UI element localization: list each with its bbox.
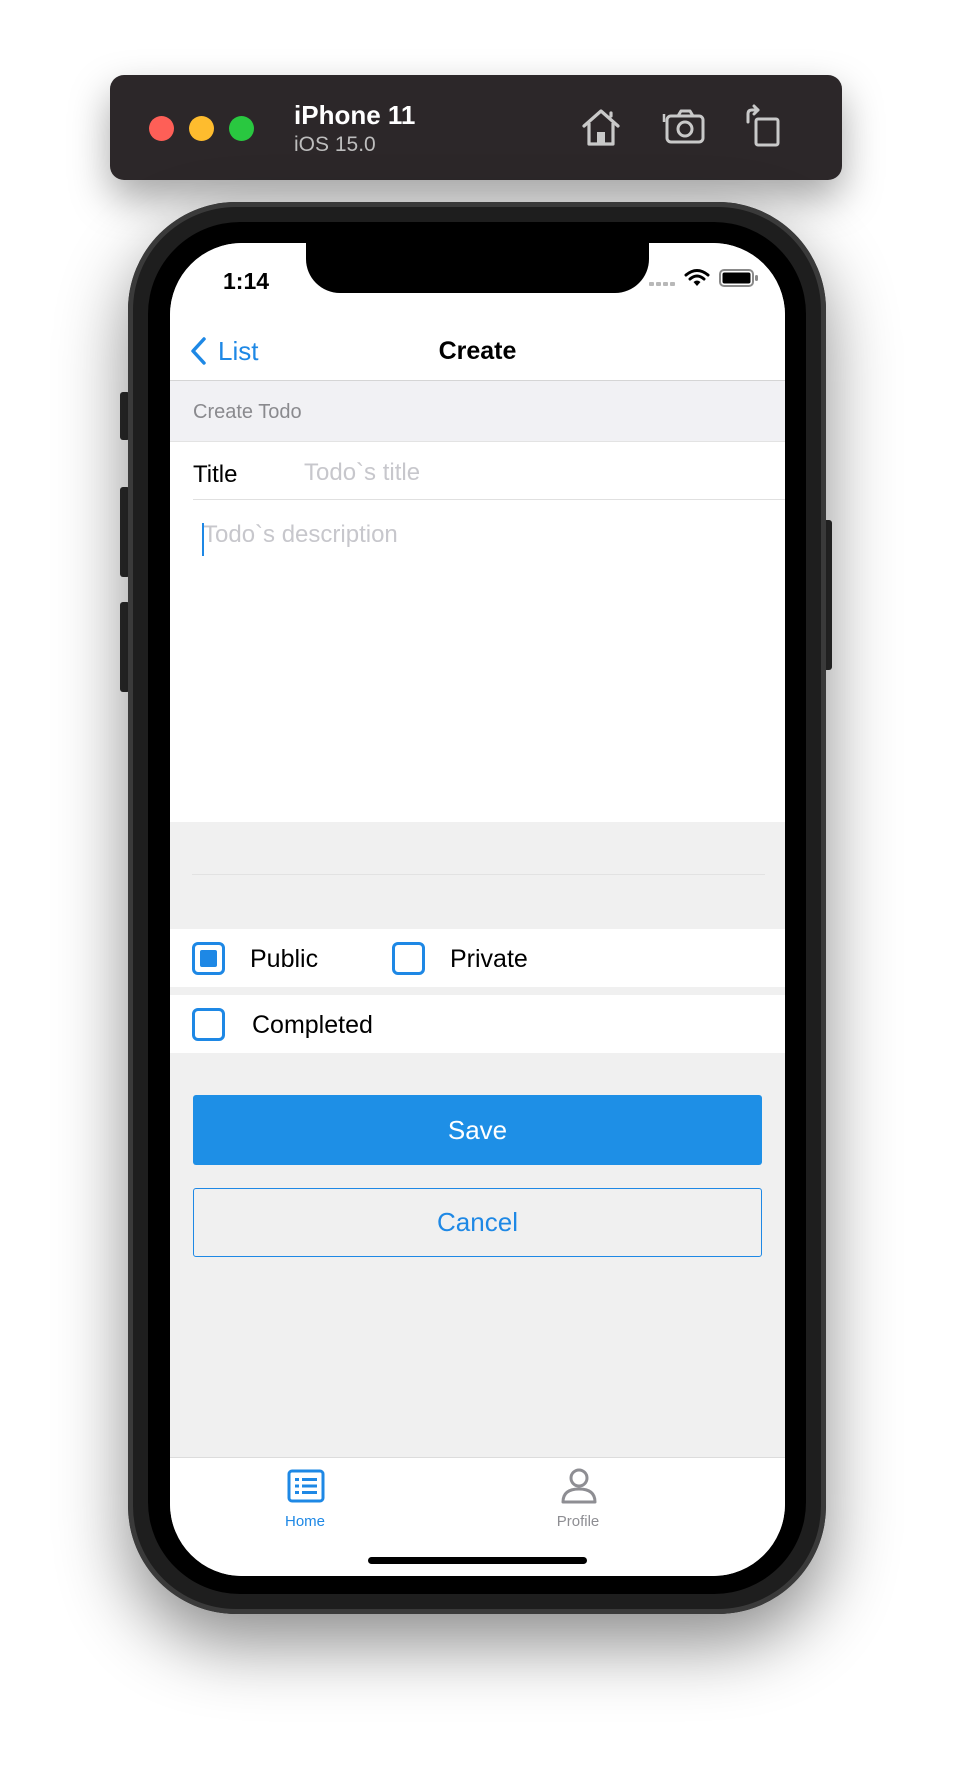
person-icon [561, 1468, 597, 1504]
description-textarea[interactable] [203, 521, 758, 771]
zoom-window-button[interactable] [229, 116, 254, 141]
status-time: 1:14 [223, 268, 270, 294]
title-input[interactable] [304, 454, 764, 492]
rotate-icon[interactable] [742, 104, 788, 150]
battery-icon [719, 269, 758, 287]
home-indicator [368, 1557, 587, 1564]
page-title: Create [438, 337, 517, 365]
public-label: Public [250, 945, 319, 973]
cellular-signal-icon [649, 282, 675, 286]
notch [306, 243, 649, 293]
minimize-window-button[interactable] [189, 116, 214, 141]
cancel-button[interactable]: Cancel [193, 1188, 762, 1257]
simulator-toolbar [110, 75, 842, 180]
navigation-bar: List Create [170, 323, 785, 381]
wifi-icon [684, 269, 710, 286]
screenshot-icon[interactable] [662, 104, 708, 150]
private-checkbox[interactable] [392, 942, 425, 975]
home-icon[interactable] [578, 104, 624, 150]
save-button[interactable]: Save [193, 1095, 762, 1165]
private-label: Private [450, 945, 528, 973]
completed-checkbox[interactable] [192, 1008, 225, 1041]
description-underline [192, 874, 765, 875]
row-divider [193, 499, 785, 500]
tab-home-label: Home [284, 1513, 325, 1530]
phone-screen: 1:14 List Create Create Todo Title Todo`… [170, 243, 785, 1576]
section-header: Create Todo [170, 381, 785, 442]
simulator-stage: iPhone 11 iOS 15.0 1:14 List Create Crea… [0, 0, 954, 1766]
os-version: iOS 15.0 [294, 133, 376, 156]
title-field-label: Title [193, 461, 238, 488]
completed-label: Completed [252, 1011, 373, 1039]
tab-profile-label: Profile [556, 1513, 600, 1530]
list-icon [287, 1469, 325, 1503]
tab-home[interactable]: Home [230, 1458, 380, 1538]
tab-profile[interactable]: Profile [503, 1458, 653, 1538]
section-header-label: Create Todo [193, 401, 302, 423]
public-checkbox[interactable] [192, 942, 225, 975]
device-name: iPhone 11 [294, 100, 416, 130]
text-cursor [202, 523, 204, 556]
close-window-button[interactable] [149, 116, 174, 141]
